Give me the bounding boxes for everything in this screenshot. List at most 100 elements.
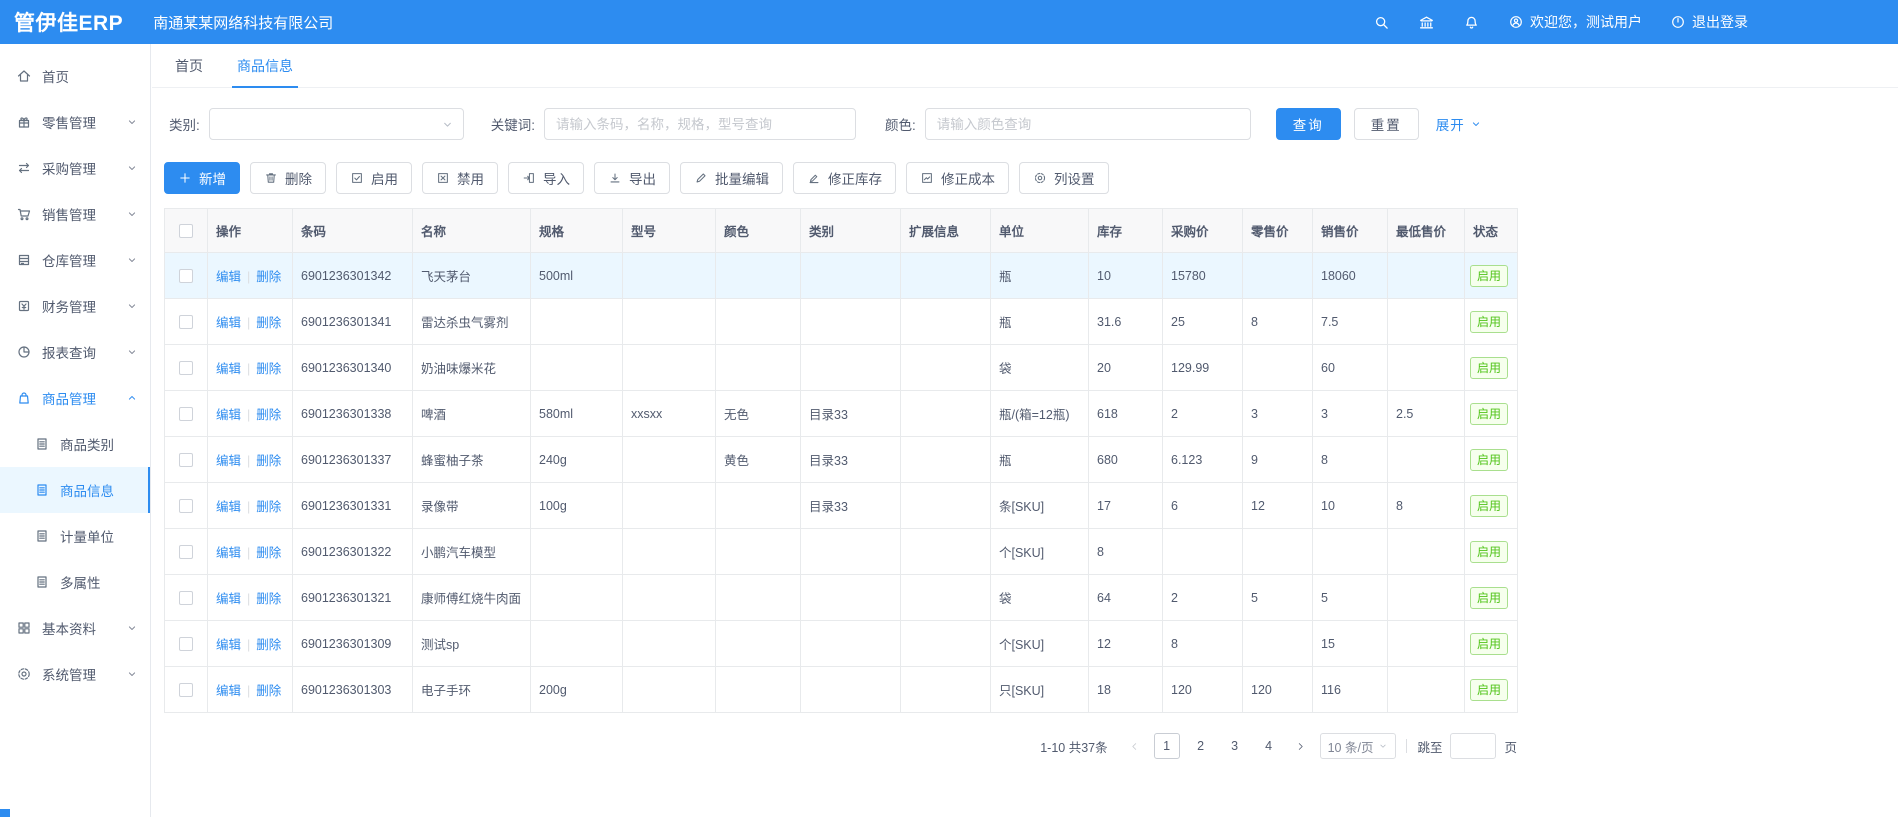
bell-icon[interactable] bbox=[1463, 14, 1480, 31]
sidebar-item-purchase[interactable]: 采购管理 bbox=[0, 145, 150, 191]
row-checkbox[interactable] bbox=[179, 591, 193, 605]
jump-page-input[interactable] bbox=[1450, 733, 1496, 759]
warehouse-icon bbox=[16, 252, 32, 268]
delete-link[interactable]: 删除 bbox=[256, 546, 281, 560]
sidebar-item-label: 商品管理 bbox=[42, 388, 96, 408]
column-settings-button-label: 列设置 bbox=[1054, 168, 1095, 188]
column-header: 采购价 bbox=[1163, 209, 1243, 253]
cell-unit: 瓶 bbox=[991, 299, 1089, 345]
table-row[interactable]: 编辑|删除6901236301337蜂蜜柚子茶240g黄色目录33瓶6806.1… bbox=[165, 437, 1518, 483]
edit-link[interactable]: 编辑 bbox=[216, 500, 241, 514]
sidebar-item-warehouse[interactable]: 仓库管理 bbox=[0, 237, 150, 283]
sidebar-item-measure-units[interactable]: 计量单位 bbox=[0, 513, 150, 559]
delete-link[interactable]: 删除 bbox=[256, 408, 281, 422]
edit-link[interactable]: 编辑 bbox=[216, 684, 241, 698]
sidebar-item-goods-category[interactable]: 商品类别 bbox=[0, 421, 150, 467]
table-row[interactable]: 编辑|删除6901236301322小鹏汽车模型个[SKU]8启用 bbox=[165, 529, 1518, 575]
edit-link[interactable]: 编辑 bbox=[216, 408, 241, 422]
table-row[interactable]: 编辑|删除6901236301303电子手环200g只[SKU]18120120… bbox=[165, 667, 1518, 713]
cell-sale-price: 18060 bbox=[1313, 253, 1388, 299]
category-select[interactable] bbox=[209, 108, 464, 140]
color-input[interactable] bbox=[925, 108, 1251, 140]
sidebar-item-goods[interactable]: 商品管理 bbox=[0, 375, 150, 421]
enable-button[interactable]: 启用 bbox=[336, 162, 412, 194]
export-button[interactable]: 导出 bbox=[594, 162, 670, 194]
table-row[interactable]: 编辑|删除6901236301331录像带100g目录33条[SKU]17612… bbox=[165, 483, 1518, 529]
table-row[interactable]: 编辑|删除6901236301321康师傅红烧牛肉面袋64255启用 bbox=[165, 575, 1518, 621]
add-button[interactable]: 新增 bbox=[164, 162, 240, 194]
import-button[interactable]: 导入 bbox=[508, 162, 584, 194]
delete-button[interactable]: 删除 bbox=[250, 162, 326, 194]
delete-link[interactable]: 删除 bbox=[256, 316, 281, 330]
table-row[interactable]: 编辑|删除6901236301309测试sp个[SKU]12815启用 bbox=[165, 621, 1518, 667]
batch-edit-button[interactable]: 批量编辑 bbox=[680, 162, 783, 194]
table-row[interactable]: 编辑|删除6901236301342飞天茅台500ml瓶101578018060… bbox=[165, 253, 1518, 299]
row-checkbox[interactable] bbox=[179, 407, 193, 421]
search-icon[interactable] bbox=[1373, 14, 1390, 31]
table-row[interactable]: 编辑|删除6901236301341雷达杀虫气雾剂瓶31.62587.5启用 bbox=[165, 299, 1518, 345]
column-settings-button[interactable]: 列设置 bbox=[1019, 162, 1109, 194]
sidebar-item-retail[interactable]: 零售管理 bbox=[0, 99, 150, 145]
sidebar-item-goods-info[interactable]: 商品信息 bbox=[0, 467, 150, 513]
delete-link[interactable]: 删除 bbox=[256, 638, 281, 652]
row-checkbox[interactable] bbox=[179, 453, 193, 467]
cell-ext bbox=[901, 529, 991, 575]
cell-model bbox=[623, 299, 716, 345]
sidebar-item-reports[interactable]: 报表查询 bbox=[0, 329, 150, 375]
sidebar-item-system[interactable]: 系统管理 bbox=[0, 651, 150, 697]
delete-link[interactable]: 删除 bbox=[256, 684, 281, 698]
page-button-3[interactable]: 3 bbox=[1222, 733, 1248, 759]
delete-link[interactable]: 删除 bbox=[256, 454, 281, 468]
row-checkbox[interactable] bbox=[179, 269, 193, 283]
table-row[interactable]: 编辑|删除6901236301340奶油味爆米花袋20129.9960启用 bbox=[165, 345, 1518, 391]
sidebar-item-finance[interactable]: 财务管理 bbox=[0, 283, 150, 329]
row-checkbox[interactable] bbox=[179, 637, 193, 651]
delete-link[interactable]: 删除 bbox=[256, 500, 281, 514]
export-icon bbox=[608, 171, 622, 185]
sidebar-item-basic-data[interactable]: 基本资料 bbox=[0, 605, 150, 651]
user-menu[interactable]: 欢迎您，测试用户 bbox=[1508, 12, 1642, 32]
sidebar-item-multi-attribute[interactable]: 多属性 bbox=[0, 559, 150, 605]
sidebar-item-sales[interactable]: 销售管理 bbox=[0, 191, 150, 237]
edit-link[interactable]: 编辑 bbox=[216, 546, 241, 560]
row-actions-cell: 编辑|删除 bbox=[208, 299, 293, 345]
fix-stock-button[interactable]: 修正库存 bbox=[793, 162, 896, 194]
cell-ext bbox=[901, 575, 991, 621]
page-button-2[interactable]: 2 bbox=[1188, 733, 1214, 759]
bank-icon[interactable] bbox=[1418, 14, 1435, 31]
tab-goods-info[interactable]: 商品信息 bbox=[220, 44, 310, 88]
fix-cost-button[interactable]: 修正成本 bbox=[906, 162, 1009, 194]
edit-link[interactable]: 编辑 bbox=[216, 638, 241, 652]
table-row[interactable]: 编辑|删除6901236301338啤酒580mlxxsxx无色目录33瓶/(箱… bbox=[165, 391, 1518, 437]
row-checkbox[interactable] bbox=[179, 361, 193, 375]
row-checkbox[interactable] bbox=[179, 545, 193, 559]
edit-link[interactable]: 编辑 bbox=[216, 592, 241, 606]
reset-button[interactable]: 重置 bbox=[1354, 108, 1419, 140]
keyword-input[interactable] bbox=[544, 108, 856, 140]
edit-link[interactable]: 编辑 bbox=[216, 362, 241, 376]
edit-link[interactable]: 编辑 bbox=[216, 316, 241, 330]
delete-link[interactable]: 删除 bbox=[256, 270, 281, 284]
select-all-checkbox[interactable] bbox=[179, 224, 193, 238]
logout-button[interactable]: 退出登录 bbox=[1670, 12, 1748, 32]
prev-page-button[interactable] bbox=[1124, 733, 1146, 759]
tab-home[interactable]: 首页 bbox=[158, 44, 220, 88]
cell-stock: 680 bbox=[1089, 437, 1163, 483]
row-checkbox[interactable] bbox=[179, 315, 193, 329]
edit-link[interactable]: 编辑 bbox=[216, 270, 241, 284]
row-checkbox[interactable] bbox=[179, 499, 193, 513]
next-page-button[interactable] bbox=[1290, 733, 1312, 759]
page-button-1[interactable]: 1 bbox=[1154, 733, 1180, 759]
page-button-4[interactable]: 4 bbox=[1256, 733, 1282, 759]
cell-ext bbox=[901, 391, 991, 437]
cell-color bbox=[716, 345, 801, 391]
expand-link[interactable]: 展开 bbox=[1436, 114, 1482, 134]
disable-button[interactable]: 禁用 bbox=[422, 162, 498, 194]
edit-link[interactable]: 编辑 bbox=[216, 454, 241, 468]
delete-link[interactable]: 删除 bbox=[256, 362, 281, 376]
search-button[interactable]: 查询 bbox=[1276, 108, 1341, 140]
row-checkbox[interactable] bbox=[179, 683, 193, 697]
sidebar-item-home[interactable]: 首页 bbox=[0, 53, 150, 99]
page-size-select[interactable]: 10 条/页 bbox=[1320, 733, 1397, 759]
delete-link[interactable]: 删除 bbox=[256, 592, 281, 606]
